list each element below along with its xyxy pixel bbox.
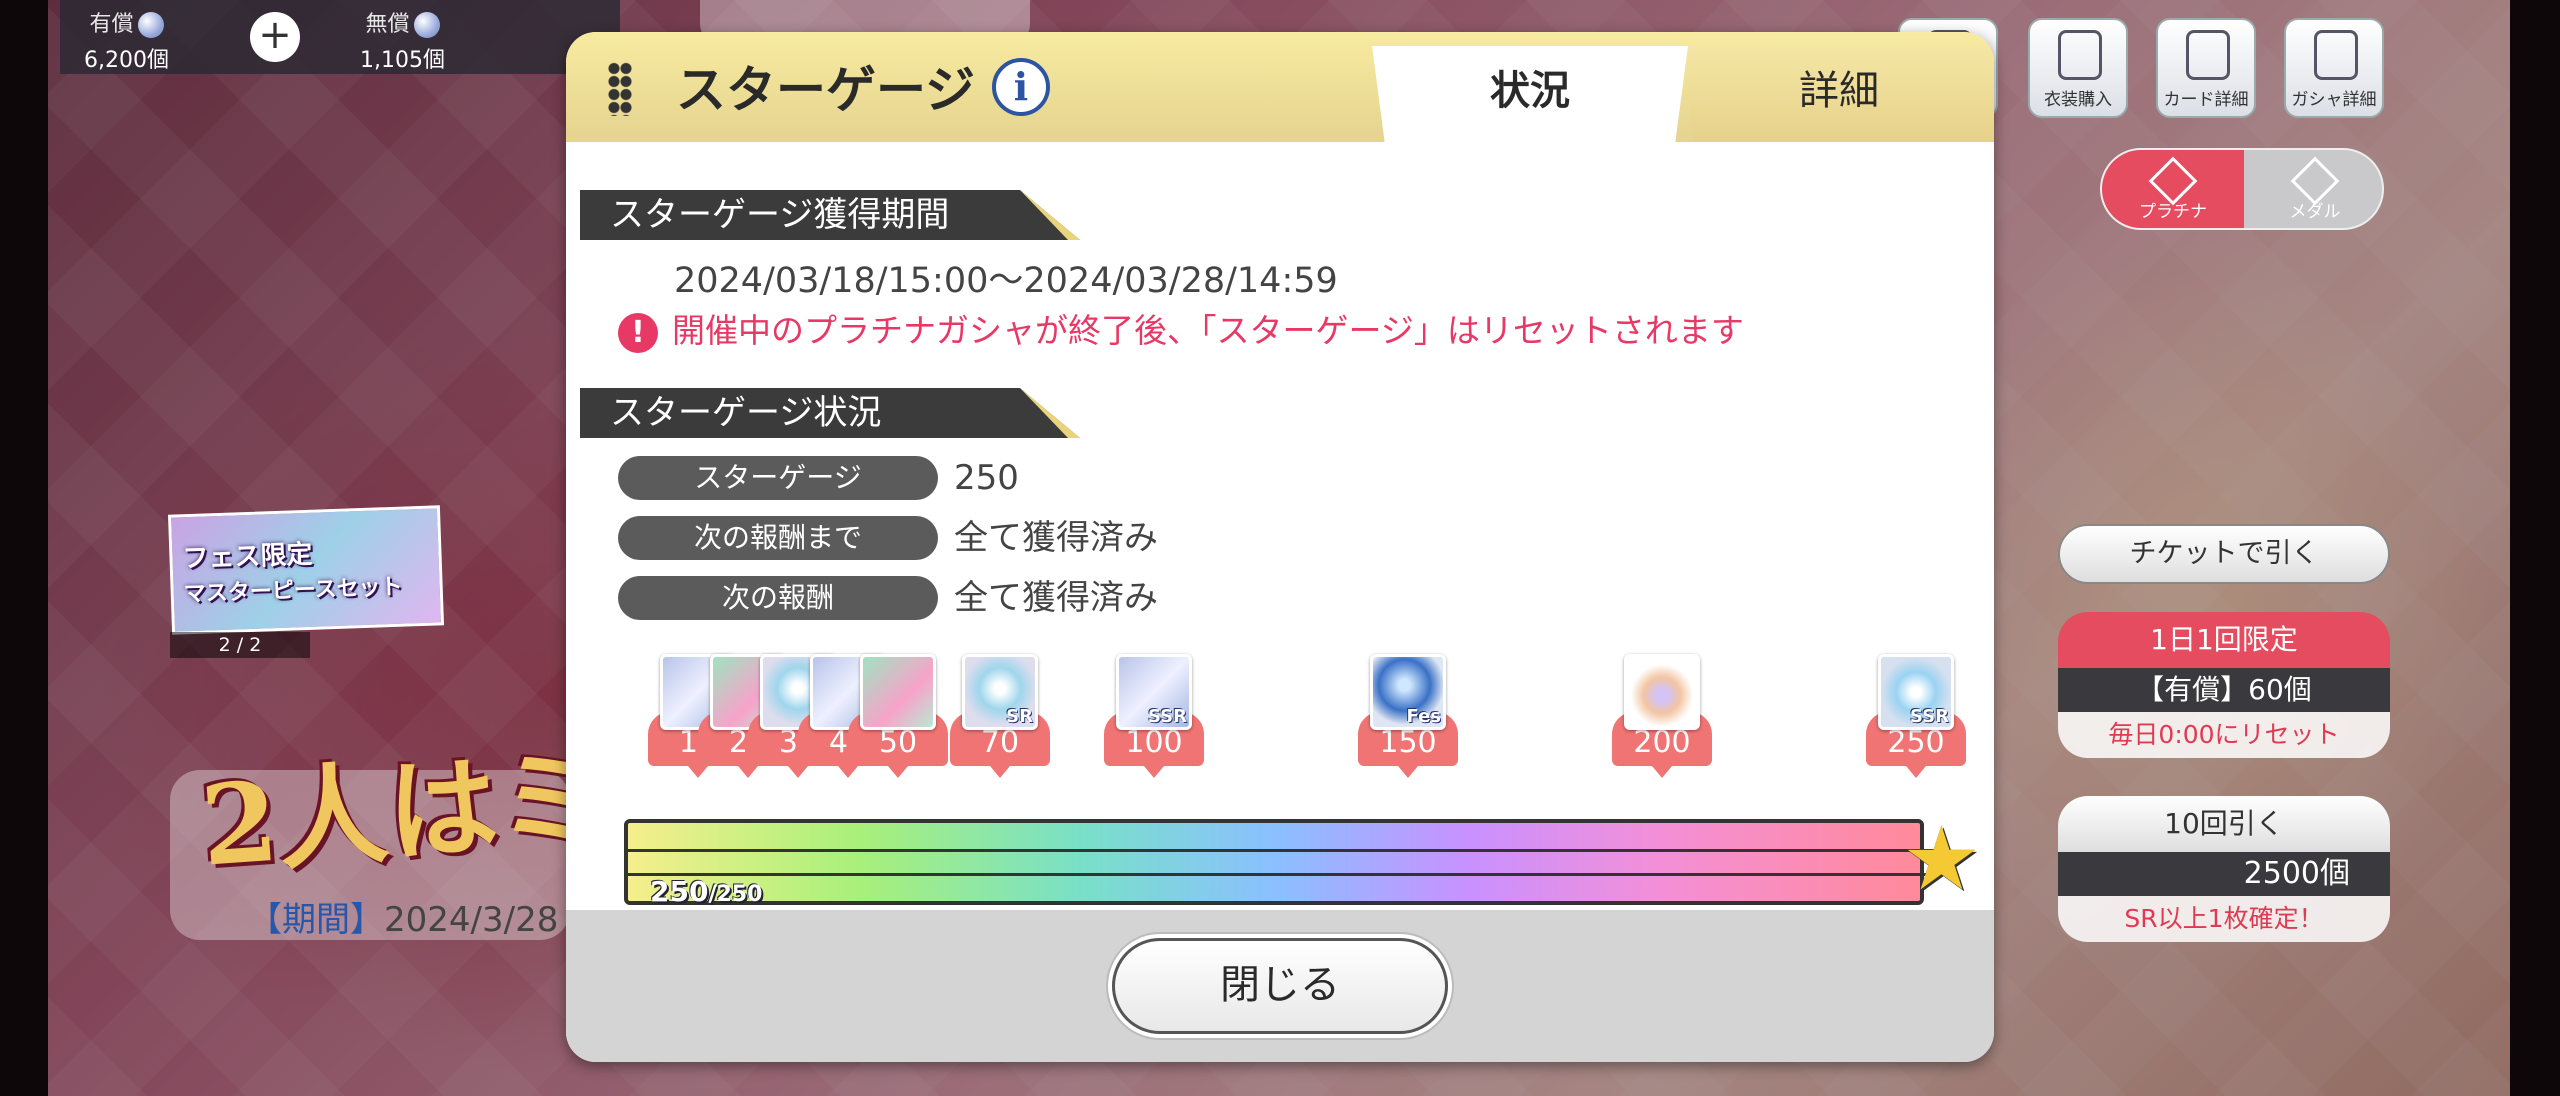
period-label: 【期間】 [248, 900, 384, 940]
period-range: 2024/03/18/15:00〜2024/03/28/14:59 [674, 261, 1338, 301]
daily-cost: 【有償】60個 [2058, 668, 2390, 712]
stat-value: 250 [954, 458, 1019, 498]
costume-purchase-button[interactable]: 衣装購入 [2028, 18, 2128, 118]
add-currency-button[interactable]: + [250, 12, 300, 62]
free-currency: 無償 1,105個 [360, 6, 445, 74]
gacha-type-toggle[interactable]: プラチナ メダル [2100, 148, 2384, 230]
period-value: 2024/3/28 [384, 900, 559, 940]
orb-icon: Fes [1370, 654, 1446, 730]
ten-draw-button[interactable]: 10回引く 2500個 SR以上1枚確定！ [2058, 796, 2390, 942]
daily-title: 1日1回限定 [2058, 612, 2390, 668]
rarity-badge: SSR [1148, 706, 1187, 727]
costume-label: 衣装購入 [2044, 90, 2112, 110]
ticket-icon: SSR [1116, 654, 1192, 730]
ticket-draw-button[interactable]: チケットで引く [2058, 524, 2390, 584]
ticket-icon [860, 654, 936, 730]
rarity-badge: SSR [1910, 706, 1949, 727]
rarity-badge: Fes [1406, 706, 1442, 727]
rarity-badge: SR [1006, 706, 1033, 727]
paid-value: 6,200個 [84, 48, 169, 73]
gem-icon [413, 12, 440, 38]
crystal-icon: SR [962, 654, 1038, 730]
reward-milestone[interactable]: 70 SR [950, 654, 1050, 778]
daily-note: 毎日0:00にリセット [2058, 712, 2390, 758]
ten-cost: 2500個 [2058, 852, 2390, 896]
screen: 有償 6,200個 + 無償 1,105個 衣装購入 カード詳細 ガシャ詳細 プ… [0, 0, 2560, 1096]
banner-pager: 2 / 2 [170, 632, 310, 658]
alert-icon: ! [618, 312, 658, 353]
dialog-footer: 閉じる [566, 910, 1994, 1062]
gacha-label: ガシャ詳細 [2291, 90, 2377, 110]
daily-draw-button[interactable]: 1日1回限定 【有償】60個 毎日0:00にリセット [2058, 612, 2390, 758]
card-label: カード詳細 [2163, 90, 2249, 110]
event-period: 【期間】2024/3/28 [248, 892, 558, 941]
list-search-icon [2314, 30, 2358, 80]
tab-detail[interactable]: 詳細 [1684, 46, 1994, 142]
dialog-title: スターゲージ [676, 61, 975, 119]
card-detail-button[interactable]: カード詳細 [2156, 18, 2256, 118]
gauge-current: 250 [650, 875, 709, 908]
reward-milestone[interactable]: 50 [848, 654, 948, 778]
ten-note: SR以上1枚確定！ [2058, 896, 2390, 942]
gauge-fill [624, 819, 1924, 905]
star-gauge-bar: 250/250 ★ [606, 807, 1986, 915]
warning-text: 開催中のプラチナガシャが終了後、「スターゲージ」はリセットされます [672, 311, 1744, 350]
drop-icon [1624, 654, 1700, 730]
dialog-header: スターゲージ i 詳細 状況 [566, 32, 1994, 142]
paid-label: 有償 [89, 12, 134, 37]
reward-milestone[interactable]: 100 SSR [1104, 654, 1204, 778]
stat-key: 次の報酬 [618, 576, 938, 620]
reset-warning: ! 開催中のプラチナガシャが終了後、「スターゲージ」はリセットされます [618, 304, 1744, 353]
reward-milestone[interactable]: 250 SSR [1866, 654, 1966, 778]
gauge-max: /250 [708, 882, 763, 907]
stat-value: 全て獲得済み [954, 518, 1158, 558]
info-icon[interactable]: i [992, 58, 1050, 116]
card-search-icon [2186, 30, 2230, 80]
reward-milestone[interactable]: 200 [1612, 654, 1712, 778]
star-icon: SSR [1878, 654, 1954, 730]
free-label: 無償 [365, 12, 410, 37]
currency-bar: 有償 6,200個 + 無償 1,105個 [60, 0, 620, 74]
star-mascot-icon: ★ [1902, 807, 1981, 910]
gacha-detail-button[interactable]: ガシャ詳細 [2284, 18, 2384, 118]
close-button[interactable]: 閉じる [1112, 938, 1448, 1034]
toggle-on-label: プラチナ [2139, 202, 2207, 222]
gauge-count: 250/250 [650, 875, 762, 908]
status-section-header: スターゲージ状況 [580, 388, 1080, 438]
tab-status[interactable]: 状況 [1372, 46, 1688, 142]
dress-icon [2058, 30, 2102, 80]
ten-title: 10回引く [2058, 796, 2390, 852]
paid-currency: 有償 6,200個 [84, 6, 169, 74]
free-value: 1,105個 [360, 48, 445, 73]
stat-value: 全て獲得済み [954, 578, 1158, 618]
fes-line2: マスターピースセット [183, 574, 403, 608]
stat-key: 次の報酬まで [618, 516, 938, 560]
gem-icon [137, 12, 164, 38]
drag-handle-icon[interactable] [608, 62, 632, 116]
toggle-off-label: メダル [2289, 202, 2341, 222]
stat-key: スターゲージ [618, 456, 938, 500]
reward-milestone[interactable]: 150 Fes [1358, 654, 1458, 778]
period-section-header: スターゲージ獲得期間 [580, 190, 1080, 240]
fes-set-banner[interactable]: フェス限定 マスターピースセット [167, 505, 445, 635]
star-gauge-dialog: スターゲージ i 詳細 状況 スターゲージ獲得期間 2024/03/18/15:… [566, 32, 1994, 1062]
dialog-body: スターゲージ獲得期間 2024/03/18/15:00〜2024/03/28/1… [566, 142, 1994, 942]
